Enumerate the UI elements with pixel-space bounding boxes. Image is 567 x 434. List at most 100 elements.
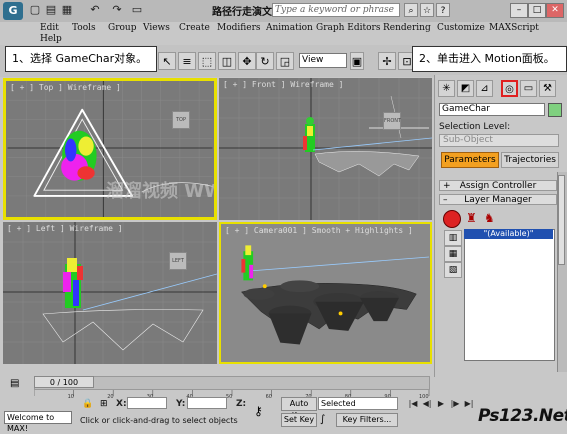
- collapse-minus-icon: –: [443, 195, 448, 205]
- set-key-icon[interactable]: ⚷: [254, 404, 274, 418]
- menu-customize[interactable]: Customize: [437, 23, 485, 33]
- layer-tool-icon-1[interactable]: ▥: [444, 230, 462, 246]
- rollout-layer-manager[interactable]: – Layer Manager: [439, 194, 557, 205]
- viewport-front[interactable]: [ + ] Front ] Wireframe ] FRONT: [219, 78, 432, 220]
- set-key-button[interactable]: Set Key: [281, 413, 317, 427]
- layer-item-available[interactable]: "(Available)": [464, 229, 553, 239]
- menu-modifiers[interactable]: Modifiers: [217, 23, 261, 33]
- app-logo-icon[interactable]: G: [3, 2, 23, 20]
- mini-curve-editor-icon[interactable]: ▤: [10, 378, 28, 390]
- menu-edit[interactable]: Edit: [40, 23, 59, 33]
- new-icon[interactable]: ▢: [28, 3, 42, 17]
- x-label: X:: [116, 399, 127, 409]
- callout-step2: 2、单击进入 Motion面板。: [412, 46, 567, 72]
- viewport-camera-label[interactable]: [ + ] Camera001 ] Smooth + Highlights ]: [225, 226, 413, 235]
- search-input[interactable]: Type a keyword or phrase: [272, 3, 400, 17]
- site-watermark: Ps123.Net: [478, 406, 567, 426]
- panel-scroll-thumb[interactable]: [558, 175, 565, 265]
- open-icon[interactable]: ▤: [44, 3, 58, 17]
- menu-animation[interactable]: Animation: [266, 23, 313, 33]
- hierarchy-icon[interactable]: ⊿: [476, 80, 493, 97]
- key-mode-select[interactable]: Selected: [318, 397, 398, 410]
- create-icon[interactable]: ✳: [438, 80, 455, 97]
- record-icon[interactable]: [443, 210, 461, 228]
- lock-selection-icon[interactable]: 🔒: [82, 398, 94, 410]
- default-in-out-tangent-icon[interactable]: ∫: [320, 413, 334, 427]
- move-icon[interactable]: ✥: [238, 52, 256, 70]
- viewport-front-label[interactable]: [ + ] Front ] Wireframe ]: [223, 80, 343, 89]
- layer-list[interactable]: [464, 229, 555, 361]
- y-coord-field[interactable]: [187, 397, 227, 409]
- expand-plus-icon: +: [443, 181, 451, 191]
- undo-icon[interactable]: ↶: [88, 3, 102, 17]
- absolute-mode-icon[interactable]: ⊞: [100, 398, 112, 410]
- next-frame-icon[interactable]: |▶: [448, 398, 462, 410]
- selection-level-label: Selection Level:: [439, 122, 511, 132]
- star-icon[interactable]: ☆: [420, 3, 434, 17]
- menu-graph-editors[interactable]: Graph Editors: [316, 23, 380, 33]
- z-label: Z:: [236, 399, 247, 409]
- layer-tool-icon-3[interactable]: ▧: [444, 262, 462, 278]
- auto-key-button[interactable]: Auto Key: [281, 397, 317, 420]
- motion-icon[interactable]: ◎: [501, 80, 518, 97]
- goto-end-icon[interactable]: ▶|: [462, 398, 476, 410]
- camera-scene: [240, 245, 430, 345]
- menu-group[interactable]: Group: [108, 23, 136, 33]
- viewcube-top-icon[interactable]: TOP: [172, 111, 190, 129]
- menu-help[interactable]: Help: [40, 34, 62, 44]
- viewport-watermark: 溜溜视频 WWW.TLVNET.NET: [106, 181, 214, 202]
- viewport-top-label[interactable]: [ + ] Top ] Wireframe ]: [10, 83, 121, 92]
- prev-frame-icon[interactable]: ◀|: [420, 398, 434, 410]
- redo-icon[interactable]: ↷: [110, 3, 124, 17]
- key-filters-button[interactable]: Key Filters...: [336, 413, 398, 427]
- project-folder-icon[interactable]: ▭: [130, 3, 144, 17]
- menu-create[interactable]: Create: [179, 23, 210, 33]
- maxscript-listener-field[interactable]: Welcome to MAX!: [4, 411, 72, 433]
- rollout-assign-label: Assign Controller: [459, 181, 537, 191]
- viewcube-front-icon[interactable]: FRONT: [383, 112, 401, 130]
- help-icon[interactable]: ?: [436, 3, 450, 17]
- object-name-field[interactable]: GameChar: [439, 103, 545, 116]
- binoculars-icon[interactable]: ⌕: [404, 3, 418, 17]
- rect-selection-icon[interactable]: ⬚: [198, 52, 216, 70]
- play-icon[interactable]: ▶: [434, 398, 448, 410]
- figure-icon[interactable]: ♜: [466, 210, 480, 226]
- viewport-left-label[interactable]: [ + ] Left ] Wireframe ]: [7, 224, 123, 233]
- layer-tool-icon-2[interactable]: ▦: [444, 246, 462, 262]
- select-object-icon[interactable]: ↖: [158, 52, 176, 70]
- object-color-swatch[interactable]: [548, 103, 562, 117]
- modify-icon[interactable]: ◩: [457, 80, 474, 97]
- scale-icon[interactable]: ◲: [276, 52, 294, 70]
- tab-trajectories[interactable]: Trajectories: [501, 152, 559, 168]
- menu-maxscript[interactable]: MAXScript: [489, 23, 539, 33]
- select-manipulate-icon[interactable]: ✢: [378, 52, 396, 70]
- sub-object-select[interactable]: Sub-Object: [439, 134, 559, 147]
- close-button[interactable]: ✕: [546, 3, 564, 18]
- reference-coord-select[interactable]: View: [299, 53, 347, 68]
- tab-parameters[interactable]: Parameters: [441, 152, 499, 168]
- viewport-top[interactable]: [ + ] Top ] Wireframe ] TOP 溜溜视频 WWW.TLV…: [3, 78, 217, 220]
- save-icon[interactable]: ▦: [60, 3, 74, 17]
- time-slider-thumb[interactable]: 0 / 100: [34, 376, 94, 388]
- figure-icon-2[interactable]: ♞: [484, 210, 498, 226]
- viewport-camera[interactable]: [ + ] Camera001 ] Smooth + Highlights ]: [219, 222, 432, 364]
- window-crossing-icon[interactable]: ◫: [218, 52, 236, 70]
- maximize-button[interactable]: □: [528, 3, 546, 18]
- rollout-assign-controller[interactable]: + Assign Controller: [439, 180, 557, 191]
- front-grid: [219, 78, 432, 220]
- menu-views[interactable]: Views: [143, 23, 170, 33]
- pivot-icon[interactable]: ▣: [350, 52, 364, 70]
- rotate-icon[interactable]: ↻: [256, 52, 274, 70]
- viewport-left[interactable]: [ + ] Left ] Wireframe ] LEFT: [3, 222, 217, 364]
- select-by-name-icon[interactable]: ≡: [178, 52, 196, 70]
- utilities-icon[interactable]: ⚒: [539, 80, 556, 97]
- menu-rendering[interactable]: Rendering: [383, 23, 431, 33]
- x-coord-field[interactable]: [127, 397, 167, 409]
- viewcube-left-icon[interactable]: LEFT: [169, 252, 187, 270]
- rollout-layer-label: Layer Manager: [464, 195, 532, 205]
- display-icon[interactable]: ▭: [520, 80, 537, 97]
- left-grid: [3, 222, 217, 364]
- goto-start-icon[interactable]: |◀: [406, 398, 420, 410]
- minimize-button[interactable]: –: [510, 3, 528, 18]
- menu-tools[interactable]: Tools: [72, 23, 96, 33]
